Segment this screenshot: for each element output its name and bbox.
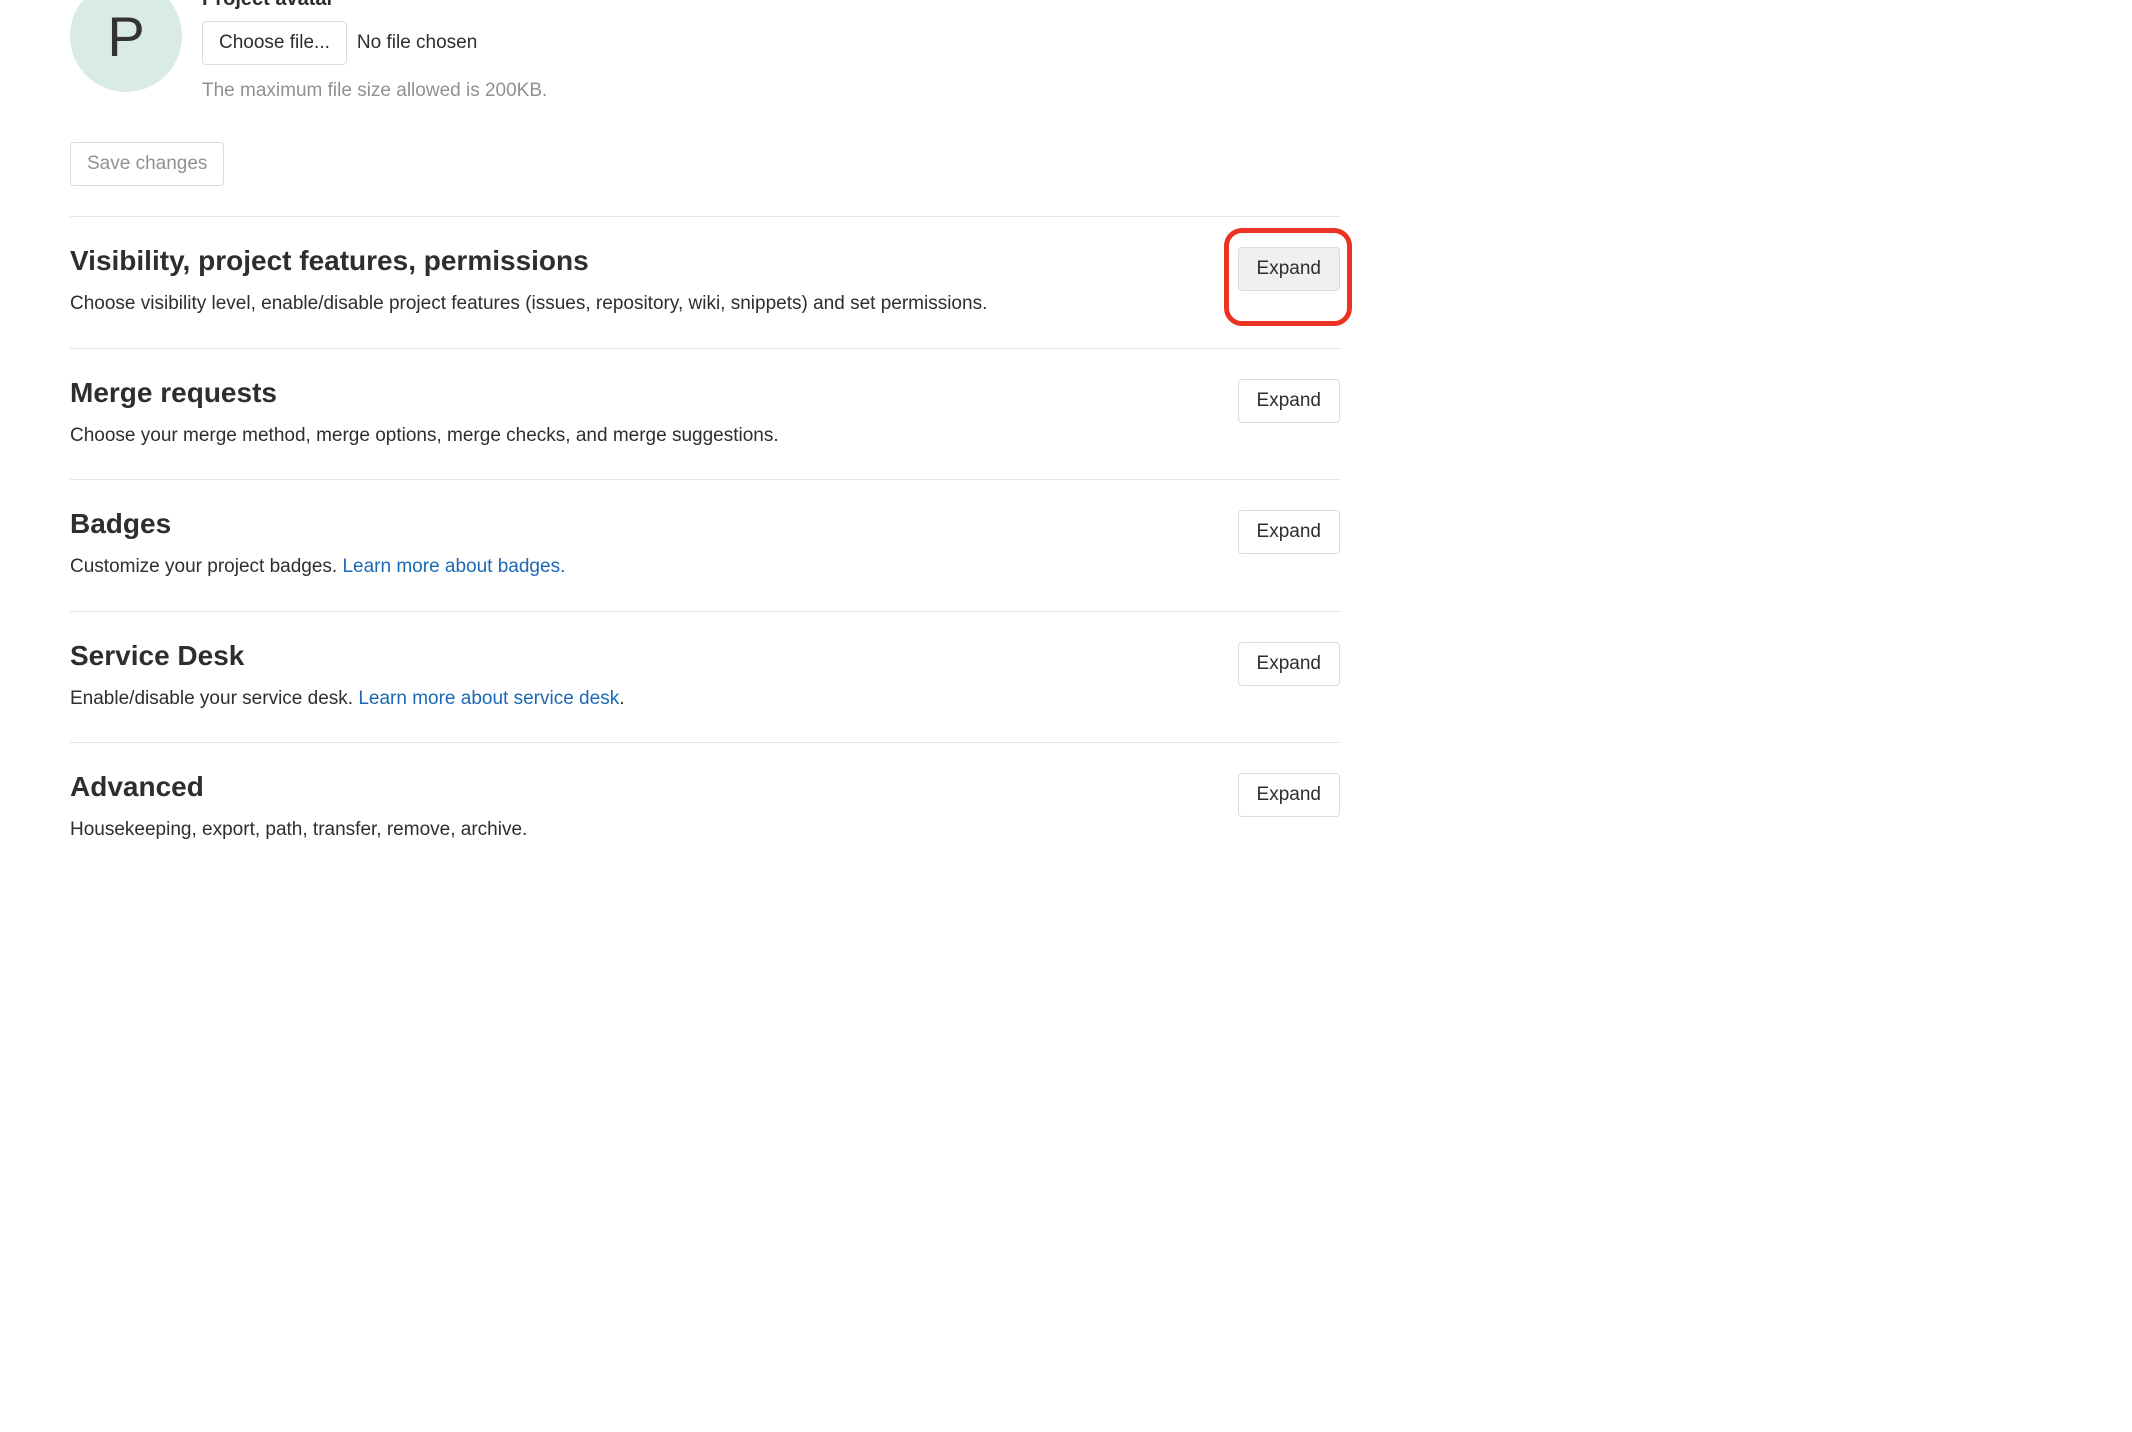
project-avatar-section: P Project avatar Choose file... No file …: [70, 0, 1340, 102]
service-desk-learn-more-link[interactable]: Learn more about service desk: [358, 688, 619, 709]
avatar-label: Project avatar: [202, 0, 1340, 11]
advanced-desc: Housekeeping, export, path, transfer, re…: [70, 817, 1238, 844]
badges-title: Badges: [70, 508, 1238, 540]
merge-title: Merge requests: [70, 377, 1238, 409]
badges-learn-more-link[interactable]: Learn more about badges.: [342, 556, 565, 577]
save-changes-button[interactable]: Save changes: [70, 142, 224, 186]
no-file-text: No file chosen: [357, 32, 477, 54]
service-desk-section: Service Desk Enable/disable your service…: [70, 611, 1340, 743]
avatar-circle: P: [70, 0, 182, 92]
visibility-section: Visibility, project features, permission…: [70, 216, 1340, 348]
badges-section: Badges Customize your project badges. Le…: [70, 479, 1340, 611]
visibility-title: Visibility, project features, permission…: [70, 245, 1238, 277]
badges-desc: Customize your project badges. Learn mor…: [70, 554, 1238, 581]
badges-expand-button[interactable]: Expand: [1238, 510, 1340, 554]
merge-expand-button[interactable]: Expand: [1238, 379, 1340, 423]
service-desk-desc: Enable/disable your service desk. Learn …: [70, 686, 1238, 713]
advanced-expand-button[interactable]: Expand: [1238, 773, 1340, 817]
choose-file-button[interactable]: Choose file...: [202, 21, 347, 65]
visibility-expand-button[interactable]: Expand: [1238, 247, 1340, 291]
service-desk-expand-button[interactable]: Expand: [1238, 642, 1340, 686]
merge-desc: Choose your merge method, merge options,…: [70, 423, 1238, 450]
visibility-desc: Choose visibility level, enable/disable …: [70, 291, 1238, 318]
file-size-hint: The maximum file size allowed is 200KB.: [202, 80, 1340, 102]
advanced-section: Advanced Housekeeping, export, path, tra…: [70, 742, 1340, 874]
avatar-letter: P: [107, 4, 144, 69]
advanced-title: Advanced: [70, 771, 1238, 803]
service-desk-title: Service Desk: [70, 640, 1238, 672]
merge-section: Merge requests Choose your merge method,…: [70, 348, 1340, 480]
